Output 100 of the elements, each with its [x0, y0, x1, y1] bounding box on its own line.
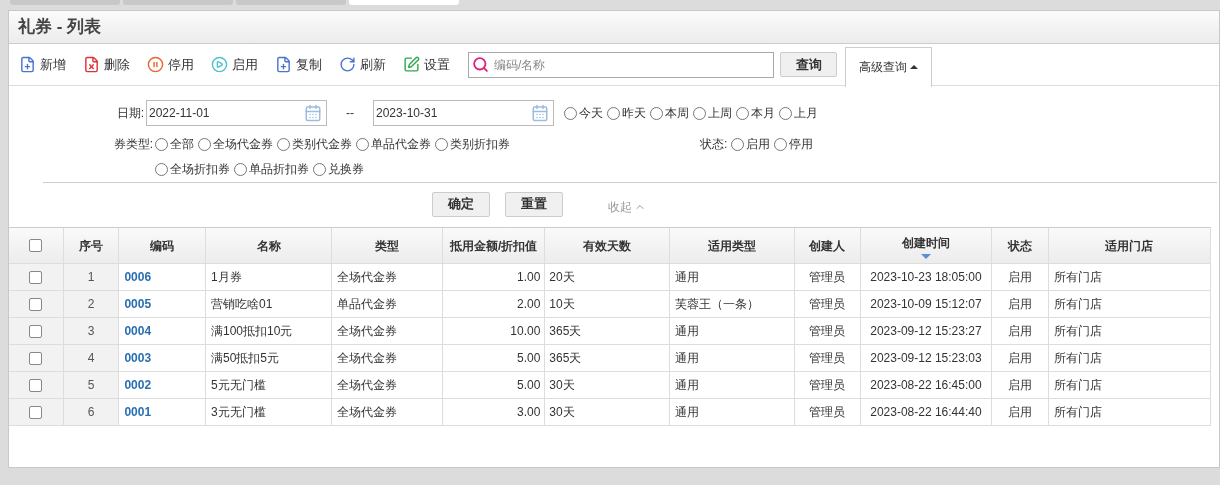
- code-link[interactable]: 0001: [119, 399, 206, 425]
- radio-button[interactable]: [277, 137, 290, 151]
- radio-button[interactable]: [693, 106, 706, 120]
- table-cell: 营销吃啥01: [206, 291, 333, 317]
- radio-label: 全场代金券: [213, 136, 273, 153]
- table-cell: 所有门店: [1048, 264, 1211, 290]
- table-cell: 全场代金券: [332, 345, 443, 371]
- checkbox[interactable]: [29, 297, 43, 311]
- radio-label: 上月: [794, 105, 818, 122]
- confirm-button[interactable]: 确定: [432, 191, 490, 217]
- column-header[interactable]: 创建人: [795, 228, 861, 263]
- column-header[interactable]: 适用门店: [1048, 228, 1211, 263]
- table-row[interactable]: 5 0002 5元无门槛 全场代金券 5.00 30天 通用 管理员 2023-08-22 16:45:00 启用 所有门店: [9, 372, 1211, 399]
- radio-button[interactable]: [155, 137, 168, 151]
- toolbar-button[interactable]: 设置: [403, 49, 467, 80]
- table-cell: 管理员: [795, 291, 861, 317]
- toolbar-button[interactable]: 删除: [83, 49, 147, 80]
- toolbar-button[interactable]: 新增: [19, 49, 83, 80]
- radio-button[interactable]: [650, 106, 663, 120]
- radio-button[interactable]: [774, 137, 788, 151]
- play-icon: [211, 56, 228, 73]
- table-cell: 通用: [669, 372, 796, 398]
- radio-label: 全部: [170, 136, 194, 153]
- code-link[interactable]: 0005: [119, 291, 206, 317]
- radio-button[interactable]: [155, 162, 168, 176]
- date-field[interactable]: 2023-10-31: [373, 100, 554, 126]
- table-cell: 20天: [545, 264, 670, 290]
- search-button[interactable]: 查询: [780, 52, 837, 77]
- code-link[interactable]: 0004: [119, 318, 206, 344]
- copy-file-icon: [275, 56, 292, 73]
- column-header[interactable]: 类型: [332, 228, 443, 263]
- code-link[interactable]: 0002: [119, 372, 206, 398]
- table-cell: 365天: [545, 345, 670, 371]
- date-separator: --: [345, 105, 355, 122]
- radio-button[interactable]: [198, 137, 211, 151]
- radio-label: 单品代金券: [371, 136, 431, 153]
- toolbar-button[interactable]: 复制: [275, 49, 339, 80]
- checkbox[interactable]: [29, 324, 43, 338]
- table-cell: 管理员: [795, 372, 861, 398]
- search-field[interactable]: 编码/名称: [468, 51, 774, 78]
- table-cell: 1: [63, 264, 120, 290]
- radio-label: 类别代金券: [292, 136, 352, 153]
- table-cell: 所有门店: [1048, 345, 1211, 371]
- table-cell: 2023-08-22 16:45:00: [860, 372, 993, 398]
- table-cell: 满50抵扣5元: [206, 345, 333, 371]
- checkbox[interactable]: [29, 351, 43, 365]
- table-cell: 2023-09-12 15:23:03: [860, 345, 993, 371]
- table-cell: 全场代金券: [332, 372, 443, 398]
- table-cell: 所有门店: [1048, 399, 1211, 425]
- toolbar-button[interactable]: 刷新: [339, 49, 403, 80]
- radio-button[interactable]: [313, 162, 326, 176]
- table-cell: 5元无门槛: [206, 372, 333, 398]
- column-header[interactable]: 状态: [992, 228, 1049, 263]
- checkbox[interactable]: [29, 405, 43, 419]
- radio-button[interactable]: [564, 106, 577, 120]
- table-cell: 3.00: [442, 399, 546, 425]
- column-header[interactable]: 有效天数: [545, 228, 670, 263]
- column-header[interactable]: 编码: [119, 228, 206, 263]
- radio-button[interactable]: [736, 106, 749, 120]
- column-header[interactable]: 序号: [63, 228, 120, 263]
- table-cell: 满100抵扣10元: [206, 318, 333, 344]
- table-row[interactable]: 1 0006 1月券 全场代金券 1.00 20天 通用 管理员 2023-10-23 18:05:00 启用 所有门店: [9, 264, 1211, 291]
- table-cell: 管理员: [795, 345, 861, 371]
- column-header[interactable]: 适用类型: [669, 228, 796, 263]
- type-label: 券类型:: [112, 136, 154, 153]
- table-cell: 30天: [545, 372, 670, 398]
- table-row[interactable]: 3 0004 满100抵扣10元 全场代金券 10.00 365天 通用 管理员 2023-09-12 15:23:27 启用 所有门店: [9, 318, 1211, 345]
- toolbar-button[interactable]: 启用: [211, 49, 275, 80]
- delete-file-icon: [83, 56, 100, 73]
- date-field[interactable]: 2022-11-01: [146, 100, 327, 126]
- code-link[interactable]: 0006: [119, 264, 206, 290]
- checkbox[interactable]: [29, 270, 43, 284]
- table-row[interactable]: 6 0001 3元无门槛 全场代金券 3.00 30天 通用 管理员 2023-08-22 16:44:40 启用 所有门店: [9, 399, 1211, 426]
- table-cell: 启用: [992, 318, 1049, 344]
- radio-button[interactable]: [234, 162, 247, 176]
- table-cell: 通用: [669, 345, 796, 371]
- code-link[interactable]: 0003: [119, 345, 206, 371]
- table-cell: 2.00: [442, 291, 546, 317]
- checkbox[interactable]: [29, 239, 43, 252]
- toolbar-button[interactable]: 停用: [147, 49, 211, 80]
- table-cell: 2023-10-23 18:05:00: [860, 264, 993, 290]
- column-header[interactable]: 创建时间: [860, 228, 993, 263]
- reset-button[interactable]: 重置: [505, 191, 563, 217]
- table-row[interactable]: 4 0003 满50抵扣5元 全场代金券 5.00 365天 通用 管理员 2023-09-12 15:23:03 启用 所有门店: [9, 345, 1211, 372]
- table-cell: 5: [63, 372, 120, 398]
- radio-button[interactable]: [731, 137, 745, 151]
- radio-button[interactable]: [779, 106, 792, 120]
- table-row[interactable]: 2 0005 营销吃啥01 单品代金券 2.00 10天 芙蓉王（一条） 管理员 2023-10-09 15:12:07 启用 所有门店: [9, 291, 1211, 318]
- column-header[interactable]: 抵用金额/折扣值: [442, 228, 546, 263]
- table-cell: 通用: [669, 399, 796, 425]
- table-cell: 1.00: [442, 264, 546, 290]
- advanced-search-tab[interactable]: 高级查询: [845, 46, 932, 87]
- table-cell: 启用: [992, 264, 1049, 290]
- radio-button[interactable]: [607, 106, 620, 120]
- column-header[interactable]: 名称: [206, 228, 333, 263]
- checkbox[interactable]: [29, 378, 43, 392]
- refresh-icon: [339, 56, 356, 73]
- radio-button[interactable]: [356, 137, 369, 151]
- table-cell: 启用: [992, 291, 1049, 317]
- radio-button[interactable]: [435, 137, 448, 151]
